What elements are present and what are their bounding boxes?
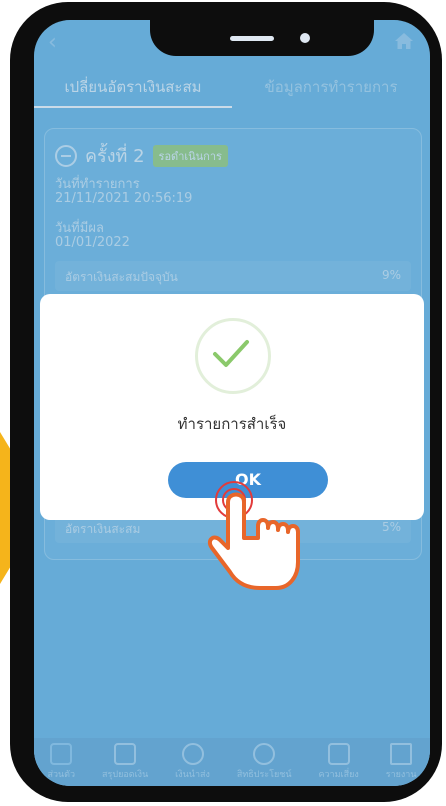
checkmark-icon [213, 340, 249, 367]
speaker-grille [230, 36, 274, 41]
front-camera [300, 33, 310, 43]
hand-pointer-icon [207, 481, 300, 590]
phone-frame: ‹ เปลี่ยนอัตราเงินสะสม ข้อมูลการทำรายการ… [10, 2, 442, 802]
phone-notch [150, 20, 374, 56]
success-ring [195, 318, 271, 394]
success-message: ทำรายการสำเร็จ [177, 415, 287, 433]
app-screen: ‹ เปลี่ยนอัตราเงินสะสม ข้อมูลการทำรายการ… [34, 20, 430, 786]
